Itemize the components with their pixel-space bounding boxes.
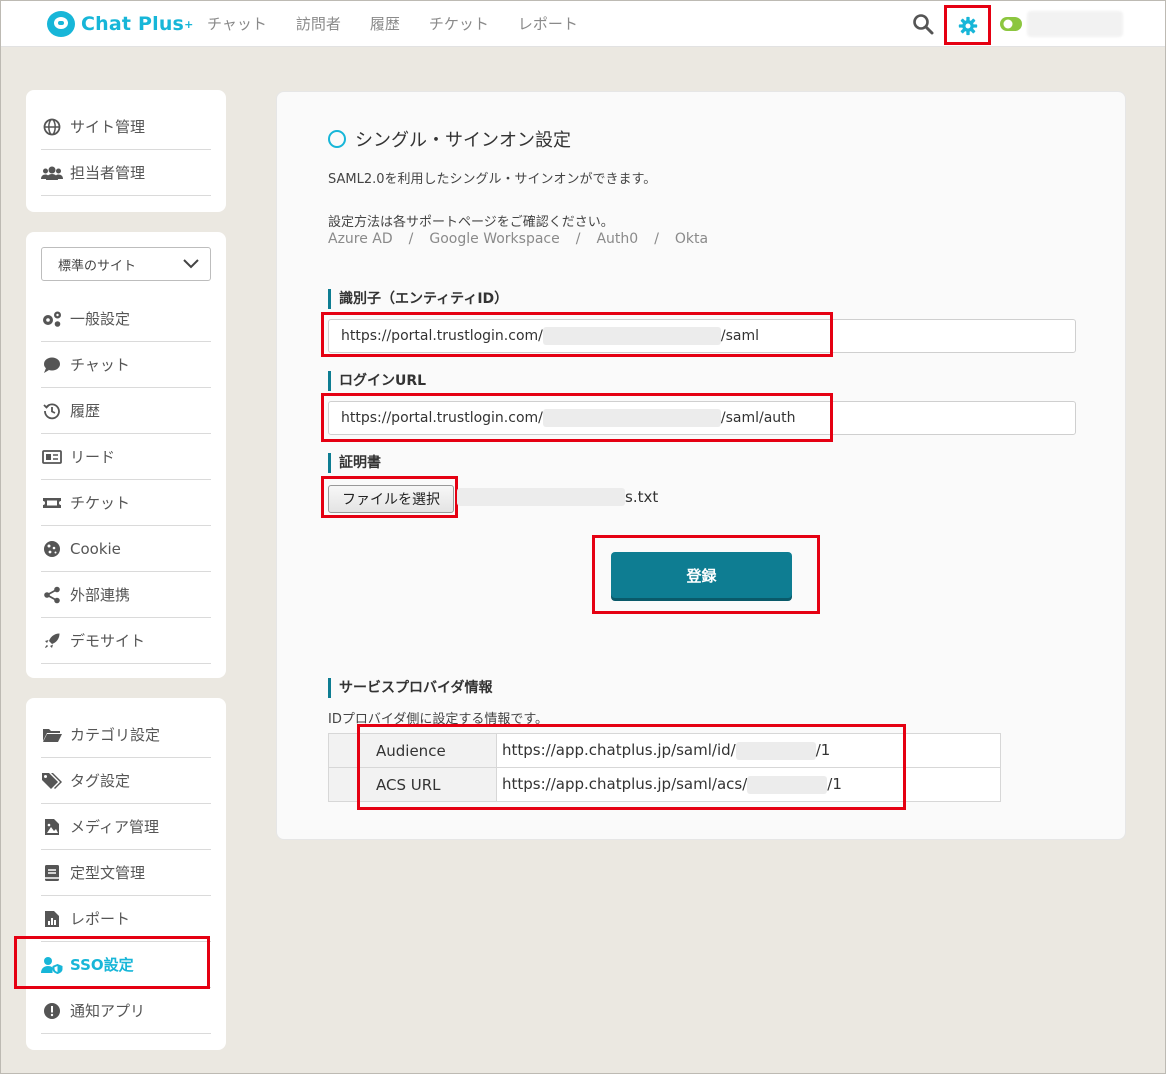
sidebar-item-label: メディア管理	[70, 818, 159, 836]
setup-instructions: 設定方法は各サポートページをご確認ください。	[328, 215, 614, 230]
sidebar-item-label: レポート	[70, 910, 131, 928]
table-cell	[328, 733, 359, 768]
nav-history[interactable]: 履歴	[370, 13, 400, 34]
link-separator: /	[654, 231, 659, 247]
entity-id-highlight	[321, 312, 833, 357]
gears-icon	[41, 308, 63, 330]
book-icon	[41, 862, 63, 884]
sidebar-item-label: 外部連携	[70, 586, 131, 604]
file-name-suffix: s.txt	[625, 488, 659, 506]
sidebar-panel-content: カテゴリ設定 タグ設定 メディア管理 定型文管理 レポート SSO設定 通知アプ…	[26, 698, 226, 1050]
entity-id-label: 識別子（エンティティID）	[328, 289, 508, 309]
sidebar-item-label: 履歴	[70, 402, 101, 420]
sidebar-item-general-settings[interactable]: 一般設定	[41, 296, 211, 342]
sidebar-item-demo-site[interactable]: デモサイト	[41, 618, 211, 664]
link-okta[interactable]: Okta	[675, 231, 708, 247]
nav-visitors[interactable]: 訪問者	[296, 13, 341, 34]
sidebar-item-label: カテゴリ設定	[70, 726, 161, 744]
sidebar-item-staff-management[interactable]: 担当者管理	[41, 150, 211, 196]
sidebar-item-label: デモサイト	[70, 632, 146, 650]
link-separator: /	[575, 231, 581, 247]
sidebar-item-cookie[interactable]: Cookie	[41, 526, 211, 572]
certificate-label: 証明書	[328, 453, 381, 473]
globe-icon	[41, 116, 63, 138]
sidebar-item-ticket[interactable]: チケット	[41, 480, 211, 526]
page-title: シングル・サインオン設定	[355, 130, 571, 151]
top-bar: Chat Plus + チャット 訪問者 履歴 チケット レポート	[1, 1, 1165, 47]
page-title-row: シングル・サインオン設定	[328, 126, 571, 152]
table-cell	[328, 767, 359, 802]
sidebar-item-label: 担当者管理	[70, 164, 146, 182]
media-file-icon	[41, 816, 63, 838]
choose-file-highlight	[321, 476, 458, 518]
chevron-down-icon	[183, 259, 199, 269]
sidebar-item-history[interactable]: 履歴	[41, 388, 211, 434]
search-icon[interactable]	[911, 12, 935, 36]
folder-icon	[41, 724, 63, 746]
logo-text: Chat Plus	[81, 13, 185, 35]
sidebar-item-label: 通知アプリ	[70, 1002, 146, 1020]
gear-icon[interactable]	[958, 16, 978, 36]
sidebar-item-media-management[interactable]: メディア管理	[41, 804, 211, 850]
nav-reports[interactable]: レポート	[518, 13, 578, 34]
report-icon	[41, 908, 63, 930]
rocket-icon	[41, 630, 63, 652]
nav-chat[interactable]: チャット	[207, 13, 267, 34]
sidebar-item-label: 一般設定	[70, 310, 131, 328]
link-azure-ad[interactable]: Azure AD	[328, 231, 393, 247]
cookie-icon	[41, 538, 63, 560]
sidebar-panel-account: サイト管理 担当者管理	[26, 90, 226, 212]
logo[interactable]: Chat Plus +	[47, 9, 193, 39]
login-url-label: ログインURL	[328, 371, 426, 391]
status-toggle-icon[interactable]	[1000, 17, 1022, 31]
site-select[interactable]: 標準のサイト	[41, 247, 211, 281]
link-google-workspace[interactable]: Google Workspace	[429, 231, 559, 247]
sidebar-item-label: リード	[70, 448, 116, 466]
sidebar-item-label: タグ設定	[70, 772, 131, 790]
sso-settings-highlight	[14, 936, 210, 989]
share-icon	[41, 584, 63, 606]
register-highlight	[592, 535, 820, 614]
circle-icon	[328, 130, 346, 148]
tags-icon	[41, 770, 63, 792]
chat-logo-icon	[47, 11, 75, 37]
sidebar-item-category-settings[interactable]: カテゴリ設定	[41, 712, 211, 758]
selected-file-name: s.txt	[457, 488, 658, 506]
sidebar-item-label: チャット	[70, 356, 130, 374]
sidebar-item-template-management[interactable]: 定型文管理	[41, 850, 211, 896]
sidebar-item-tag-settings[interactable]: タグ設定	[41, 758, 211, 804]
link-separator: /	[408, 231, 414, 247]
login-url-highlight	[321, 393, 833, 442]
page-description: SAML2.0を利用したシングル・サインオンができます。	[328, 172, 657, 187]
link-auth0[interactable]: Auth0	[596, 231, 638, 247]
user-name-redacted[interactable]	[1027, 11, 1123, 37]
sidebar-item-label: Cookie	[70, 539, 121, 558]
history-icon	[41, 400, 63, 422]
sidebar-item-chat[interactable]: チャット	[41, 342, 211, 388]
sidebar-panel-site: 標準のサイト 一般設定 チャット 履歴 リード チケット Cookie 外部連携…	[26, 232, 226, 678]
top-nav: チャット 訪問者 履歴 チケット レポート	[207, 13, 607, 34]
sidebar-item-label: 定型文管理	[70, 864, 146, 882]
ticket-icon	[41, 492, 63, 514]
nav-tickets[interactable]: チケット	[429, 13, 489, 34]
sso-settings-card: シングル・サインオン設定 SAML2.0を利用したシングル・サインオンができます…	[276, 91, 1126, 840]
sidebar-item-site-management[interactable]: サイト管理	[41, 104, 211, 150]
support-links: Azure AD / Google Workspace / Auth0 / Ok…	[328, 231, 708, 247]
site-select-value: 標準のサイト	[58, 258, 137, 274]
chat-bubble-icon	[41, 354, 63, 376]
sidebar-item-notification-app[interactable]: 通知アプリ	[41, 988, 211, 1034]
sidebar-item-label: サイト管理	[70, 118, 146, 136]
sidebar-item-integrations[interactable]: 外部連携	[41, 572, 211, 618]
sp-info-label: サービスプロバイダ情報	[328, 678, 492, 698]
settings-highlight	[944, 5, 991, 45]
logo-plus: +	[184, 17, 194, 31]
alert-icon	[41, 1000, 63, 1022]
users-icon	[41, 162, 63, 184]
sidebar-item-lead[interactable]: リード	[41, 434, 211, 480]
redacted-segment	[457, 488, 625, 506]
lead-card-icon	[41, 446, 63, 468]
sp-info-highlight	[357, 724, 906, 810]
sidebar-item-label: チケット	[70, 494, 131, 512]
